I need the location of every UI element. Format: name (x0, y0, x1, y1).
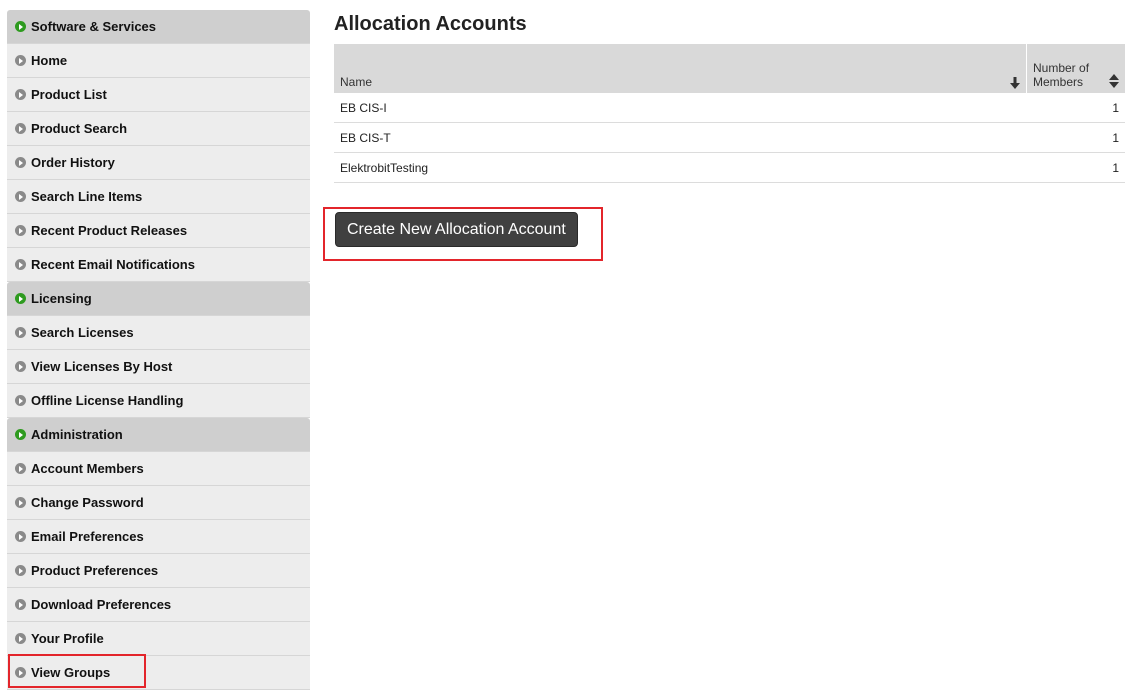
highlight-view-groups (8, 654, 146, 688)
column-header-label: Name (340, 75, 373, 89)
section-label: Software & Services (31, 19, 157, 34)
allocation-accounts-table: Name Number of Members EB CIS-I 1 EB CIS… (334, 44, 1125, 183)
section-label: Administration (31, 427, 123, 442)
sidebar-item-offline-license-handling[interactable]: Offline License Handling (7, 384, 310, 418)
page-title: Allocation Accounts (334, 13, 527, 35)
sidebar-item-search-line-items[interactable]: Search Line Items (7, 180, 310, 214)
sidebar-item-home[interactable]: Home (7, 44, 310, 78)
sidebar-item-email-preferences[interactable]: Email Preferences (7, 520, 310, 554)
sidebar-item-label: Offline License Handling (31, 393, 184, 408)
sidebar-item-label: View Licenses By Host (31, 359, 173, 374)
arrow-circle-icon (15, 191, 26, 202)
arrow-circle-icon (15, 633, 26, 644)
sort-down-arrow-icon[interactable] (1010, 77, 1020, 89)
sidebar-item-product-preferences[interactable]: Product Preferences (7, 554, 310, 588)
column-header-label: Number of Members (1033, 61, 1089, 89)
sidebar-item-label: Home (31, 53, 68, 68)
column-header-members[interactable]: Number of Members (1026, 44, 1125, 93)
sidebar-item-label: Recent Product Releases (31, 223, 188, 238)
arrow-circle-icon (15, 497, 26, 508)
table-row[interactable]: EB CIS-I 1 (334, 93, 1125, 123)
sidebar-item-recent-product-releases[interactable]: Recent Product Releases (7, 214, 310, 248)
sidebar-item-account-members[interactable]: Account Members (7, 452, 310, 486)
highlight-create-button (323, 207, 603, 261)
arrow-circle-icon (15, 531, 26, 542)
section-administration[interactable]: Administration (7, 418, 310, 452)
sidebar-item-label: Product List (31, 87, 107, 102)
sidebar-item-label: Search Licenses (31, 325, 134, 340)
arrow-circle-icon (15, 293, 26, 304)
arrow-circle-icon (15, 599, 26, 610)
arrow-circle-icon (15, 327, 26, 338)
arrow-circle-icon (15, 395, 26, 406)
cell-members: 1 (1026, 152, 1125, 183)
sidebar-item-label: Your Profile (31, 631, 104, 646)
arrow-circle-icon (15, 225, 26, 236)
cell-members: 1 (1026, 122, 1125, 153)
sidebar-item-label: Download Preferences (31, 597, 172, 612)
section-label: Licensing (31, 291, 92, 306)
arrow-circle-icon (15, 463, 26, 474)
sidebar-item-your-profile[interactable]: Your Profile (7, 622, 310, 656)
column-header-line: Members (1033, 75, 1084, 89)
sidebar-item-label: Change Password (31, 495, 144, 510)
arrow-circle-icon (15, 565, 26, 576)
sidebar-item-view-licenses-by-host[interactable]: View Licenses By Host (7, 350, 310, 384)
sidebar-item-label: Recent Email Notifications (31, 257, 195, 272)
arrow-circle-icon (15, 89, 26, 100)
sidebar-item-label: Product Search (31, 121, 128, 136)
sidebar-item-product-list[interactable]: Product List (7, 78, 310, 112)
sidebar-nav: Software & Services Home Product List Pr… (7, 10, 310, 690)
sidebar-item-label: Product Preferences (31, 563, 159, 578)
sidebar-item-label: Order History (31, 155, 115, 170)
sidebar-item-recent-email-notifications[interactable]: Recent Email Notifications (7, 248, 310, 282)
column-header-line: Number of (1033, 61, 1090, 75)
cell-name: ElektrobitTesting (334, 152, 1027, 183)
cell-members: 1 (1026, 93, 1125, 123)
table-row[interactable]: EB CIS-T 1 (334, 122, 1125, 153)
cell-name: EB CIS-I (334, 93, 1027, 123)
section-licensing[interactable]: Licensing (7, 282, 310, 316)
sidebar-item-label: Account Members (31, 461, 144, 476)
arrow-circle-icon (15, 123, 26, 134)
sidebar-item-product-search[interactable]: Product Search (7, 112, 310, 146)
arrow-circle-icon (15, 21, 26, 32)
arrow-circle-icon (15, 361, 26, 372)
sidebar-item-label: Search Line Items (31, 189, 143, 204)
sidebar-item-change-password[interactable]: Change Password (7, 486, 310, 520)
arrow-circle-icon (15, 55, 26, 66)
sidebar-item-order-history[interactable]: Order History (7, 146, 310, 180)
sidebar-item-search-licenses[interactable]: Search Licenses (7, 316, 310, 350)
sort-both-icon[interactable] (1109, 74, 1119, 88)
sidebar-item-download-preferences[interactable]: Download Preferences (7, 588, 310, 622)
table-row[interactable]: ElektrobitTesting 1 (334, 152, 1125, 183)
cell-name: EB CIS-T (334, 122, 1027, 153)
arrow-circle-icon (15, 429, 26, 440)
section-software-services[interactable]: Software & Services (7, 10, 310, 44)
column-header-name[interactable]: Name (334, 44, 1027, 93)
arrow-circle-icon (15, 157, 26, 168)
sidebar-item-label: Email Preferences (31, 529, 144, 544)
arrow-circle-icon (15, 259, 26, 270)
